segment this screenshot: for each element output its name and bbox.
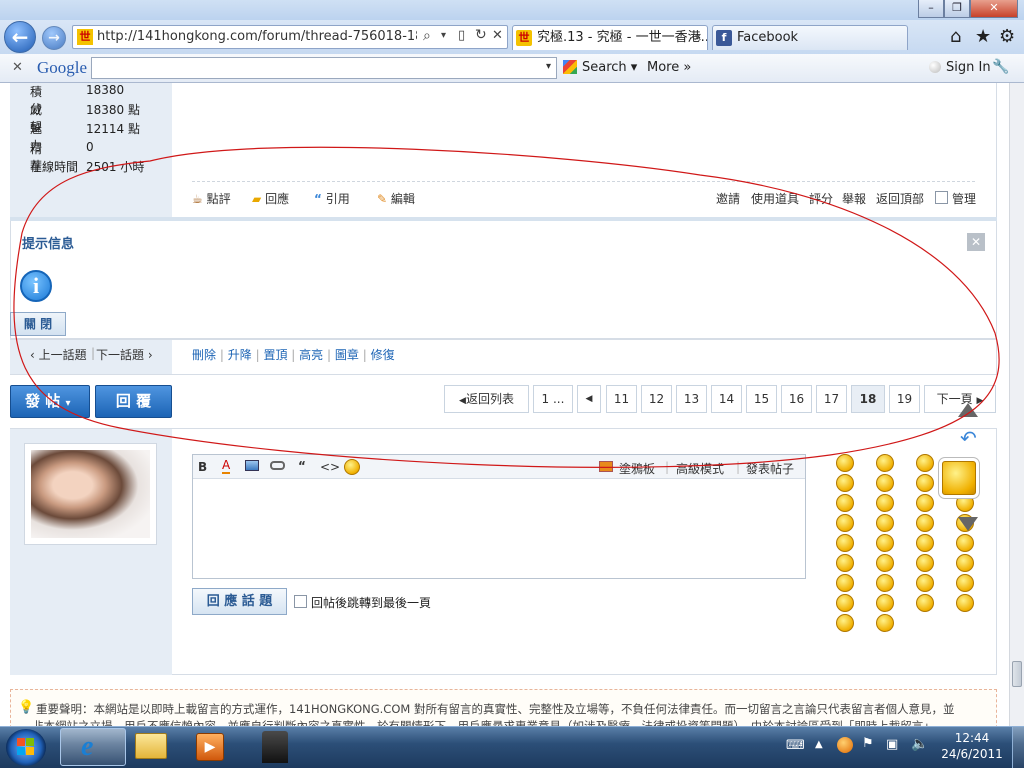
- close-tab-icon[interactable]: ✕: [693, 31, 702, 44]
- show-desktop-button[interactable]: [1012, 727, 1024, 768]
- stop-icon[interactable]: ✕: [492, 28, 503, 43]
- show-hidden-icons[interactable]: ▲: [815, 739, 823, 750]
- minimize-button[interactable]: –: [918, 0, 944, 18]
- search-label: Search: [582, 60, 627, 75]
- explorer-folder-icon[interactable]: [135, 733, 167, 759]
- web-page: 積分 18380 威望 18380 點 魅力 12114 點 精華 0 在線時間…: [0, 83, 1009, 726]
- annotation-ellipse: [13, 146, 1000, 468]
- compat-view-icon[interactable]: ▯: [458, 28, 465, 43]
- taskbar-ie-button[interactable]: e: [60, 728, 126, 766]
- home-icon[interactable]: ⌂: [950, 26, 961, 47]
- forward-button[interactable]: →: [42, 26, 66, 50]
- sign-in-link[interactable]: Sign In: [946, 60, 991, 75]
- clock-date: 24/6/2011: [941, 747, 1003, 761]
- tab-label: 究極.13 - 究極 - 一世一香港...: [537, 30, 708, 45]
- windows-logo-icon: [26, 738, 34, 746]
- address-bar[interactable]: 世 http://141hongkong.com/forum/thread-75…: [72, 25, 508, 49]
- windows-logo-icon: [26, 747, 34, 755]
- more-button[interactable]: More »: [647, 60, 691, 75]
- window-titlebar: – ❐ ✕: [0, 0, 1024, 20]
- network-icon[interactable]: ▣: [886, 737, 898, 752]
- google-search-input[interactable]: ▾: [91, 57, 557, 79]
- clock-time: 12:44: [954, 731, 990, 745]
- tab-label: Facebook: [737, 30, 799, 45]
- close-window-button[interactable]: ✕: [970, 0, 1018, 18]
- search-icon[interactable]: ⌕: [423, 28, 431, 44]
- tab-forum-thread[interactable]: 究極.13 - 究極 - 一世一香港...: [512, 25, 708, 50]
- wrench-icon[interactable]: 🔧: [992, 59, 1009, 75]
- signin-icon: [929, 61, 941, 73]
- site-favicon: 世: [77, 29, 93, 45]
- url-text: http://141hongkong.com/forum/thread-7560…: [97, 29, 417, 44]
- tray-app-icon[interactable]: [837, 737, 853, 753]
- windows-logo-icon: [17, 738, 25, 746]
- back-button[interactable]: ←: [4, 21, 36, 53]
- vertical-scrollbar[interactable]: [1009, 83, 1024, 726]
- refresh-icon[interactable]: ↻: [475, 27, 487, 43]
- volume-icon[interactable]: 🔈: [911, 736, 928, 752]
- more-label: More: [647, 60, 680, 75]
- windows-logo-icon: [17, 747, 25, 755]
- tab-facebook[interactable]: Facebook: [712, 25, 908, 50]
- favorites-star-icon[interactable]: ★: [975, 26, 991, 47]
- start-button[interactable]: [6, 729, 46, 766]
- google-logo: Google: [37, 58, 88, 77]
- keyboard-icon[interactable]: ⌨: [786, 738, 805, 753]
- google-search-button[interactable]: Search ▾: [582, 60, 637, 75]
- facebook-icon: f: [716, 30, 732, 46]
- media-player-icon[interactable]: ▶: [196, 733, 224, 761]
- chevron-down-icon[interactable]: ▾: [441, 30, 446, 41]
- close-toolbar-icon[interactable]: ✕: [12, 60, 23, 75]
- app-icon[interactable]: [262, 731, 288, 763]
- tools-gear-icon[interactable]: ⚙: [999, 26, 1015, 47]
- scrollbar-thumb[interactable]: [1012, 661, 1022, 687]
- action-center-flag-icon[interactable]: ⚑: [862, 736, 874, 751]
- forum-favicon: 世: [516, 30, 532, 46]
- chevron-down-icon[interactable]: ▾: [546, 61, 551, 72]
- maximize-button[interactable]: ❐: [944, 0, 970, 18]
- internet-explorer-icon: e: [81, 731, 94, 762]
- google-g-icon: [563, 60, 577, 74]
- clock[interactable]: 12:44 24/6/2011: [940, 730, 1004, 762]
